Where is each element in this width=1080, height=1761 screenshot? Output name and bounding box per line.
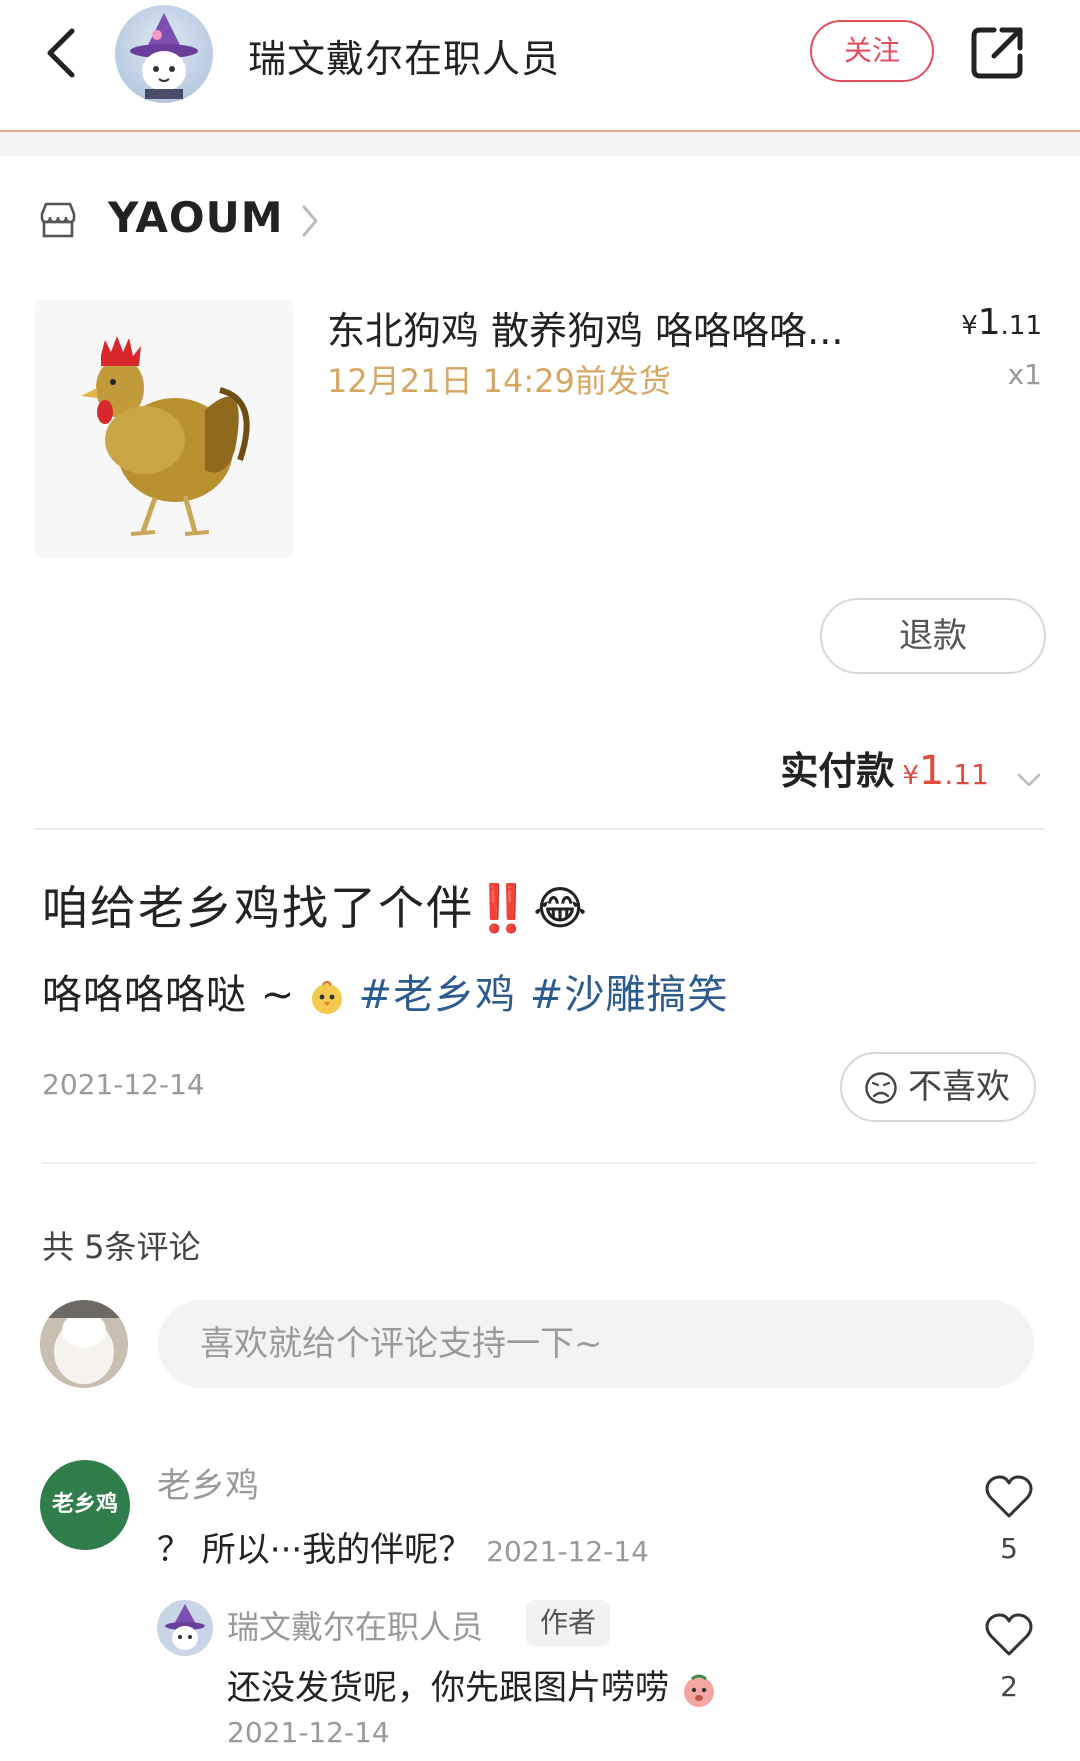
author-avatar[interactable] [115,5,213,103]
product-title[interactable]: 东北狗鸡 散养狗鸡 咯咯咯咯... [327,300,887,355]
reply-body: 还没发货呢，你先跟图片唠唠 [227,1668,669,1708]
author-name[interactable]: 瑞文戴尔在职人员 [248,28,560,83]
reply-author-name[interactable]: 瑞文戴尔在职人员 [227,1602,483,1648]
heart-like-icon[interactable] [984,1612,1034,1658]
product-price: ¥1.11 [961,302,1042,343]
reply-author-avatar[interactable] [157,1600,213,1656]
dislike-label: 不喜欢 [908,1067,1010,1107]
current-user-avatar [40,1300,128,1388]
top-bar: 瑞文戴尔在职人员 关注 [0,0,1080,132]
reply-text: 还没发货呢，你先跟图片唠唠 [227,1660,718,1709]
shop-name[interactable]: YAOUM [108,193,284,242]
rooster-image [81,336,250,536]
price-decimal: .11 [1000,311,1042,341]
share-external-icon [971,27,1023,79]
product-quantity: x1 [1007,358,1042,391]
paid-currency: ¥ [902,761,919,791]
chick-emoji-icon [311,980,342,1014]
kuromi-witch-avatar-icon [130,13,198,99]
comment-input[interactable] [158,1300,1034,1388]
share-button[interactable] [970,24,1026,80]
reply-date: 2021-12-14 [227,1716,390,1749]
price-currency: ¥ [961,311,978,341]
chevron-down-icon[interactable] [1016,772,1042,788]
paid-amount: 1.11 [919,748,989,794]
like-count: 2 [1000,1670,1018,1703]
divider [34,828,1044,830]
follow-button[interactable]: 关注 [810,20,934,82]
paid-integer: 1 [918,748,945,794]
shipping-deadline: 12月21日 14:29前发货 [327,362,671,400]
commenter-name[interactable]: 老乡鸡 [157,1458,259,1507]
back-button[interactable] [40,25,84,81]
heart-like-icon[interactable] [984,1474,1034,1520]
store-icon [40,202,76,238]
paid-amount-row[interactable]: 实付款 ¥1.11 [780,740,1042,794]
author-badge: 作者 [526,1600,611,1646]
divider [42,1162,1036,1164]
paid-decimal: .11 [944,758,989,791]
back-arrow-icon [47,28,75,78]
comment-count: 共 5条评论 [42,1228,201,1266]
post-date: 2021-12-14 [42,1068,205,1101]
refund-button[interactable]: 退款 [820,598,1046,674]
fluffy-white-avatar-icon [40,1300,128,1388]
kuromi-witch-avatar-icon [165,1604,205,1650]
comment-date: 2021-12-14 [486,1535,649,1568]
section-separator [0,132,1080,156]
post-body: 咯咯咯咯哒 ~ #老乡鸡 #沙雕搞笑 [42,962,728,1020]
product-image[interactable] [35,300,293,558]
hashtag-shadiao[interactable]: #沙雕搞笑 [530,972,729,1018]
shop-row[interactable]: YAOUM [0,185,1080,255]
price-integer: 1 [977,302,1001,343]
comment-body: ？ 所以···我的伴呢？ [157,1530,473,1570]
pink-face-emoji-icon [683,1674,714,1707]
paid-label: 实付款 [780,749,895,793]
hashtag-laoxiangji[interactable]: #老乡鸡 [359,972,517,1018]
frown-face-icon [865,1072,897,1104]
dislike-button[interactable]: 不喜欢 [840,1052,1036,1122]
comment-text: ？ 所以···我的伴呢？ 2021-12-14 [157,1522,649,1571]
chevron-right-icon[interactable] [300,203,320,239]
post-body-text: 咯咯咯咯哒 ~ [42,972,296,1018]
post-title: 咱给老乡鸡找了个伴‼️😂 [42,881,590,935]
commenter-avatar[interactable]: 老乡鸡 [40,1460,130,1550]
like-count: 5 [1000,1532,1018,1565]
